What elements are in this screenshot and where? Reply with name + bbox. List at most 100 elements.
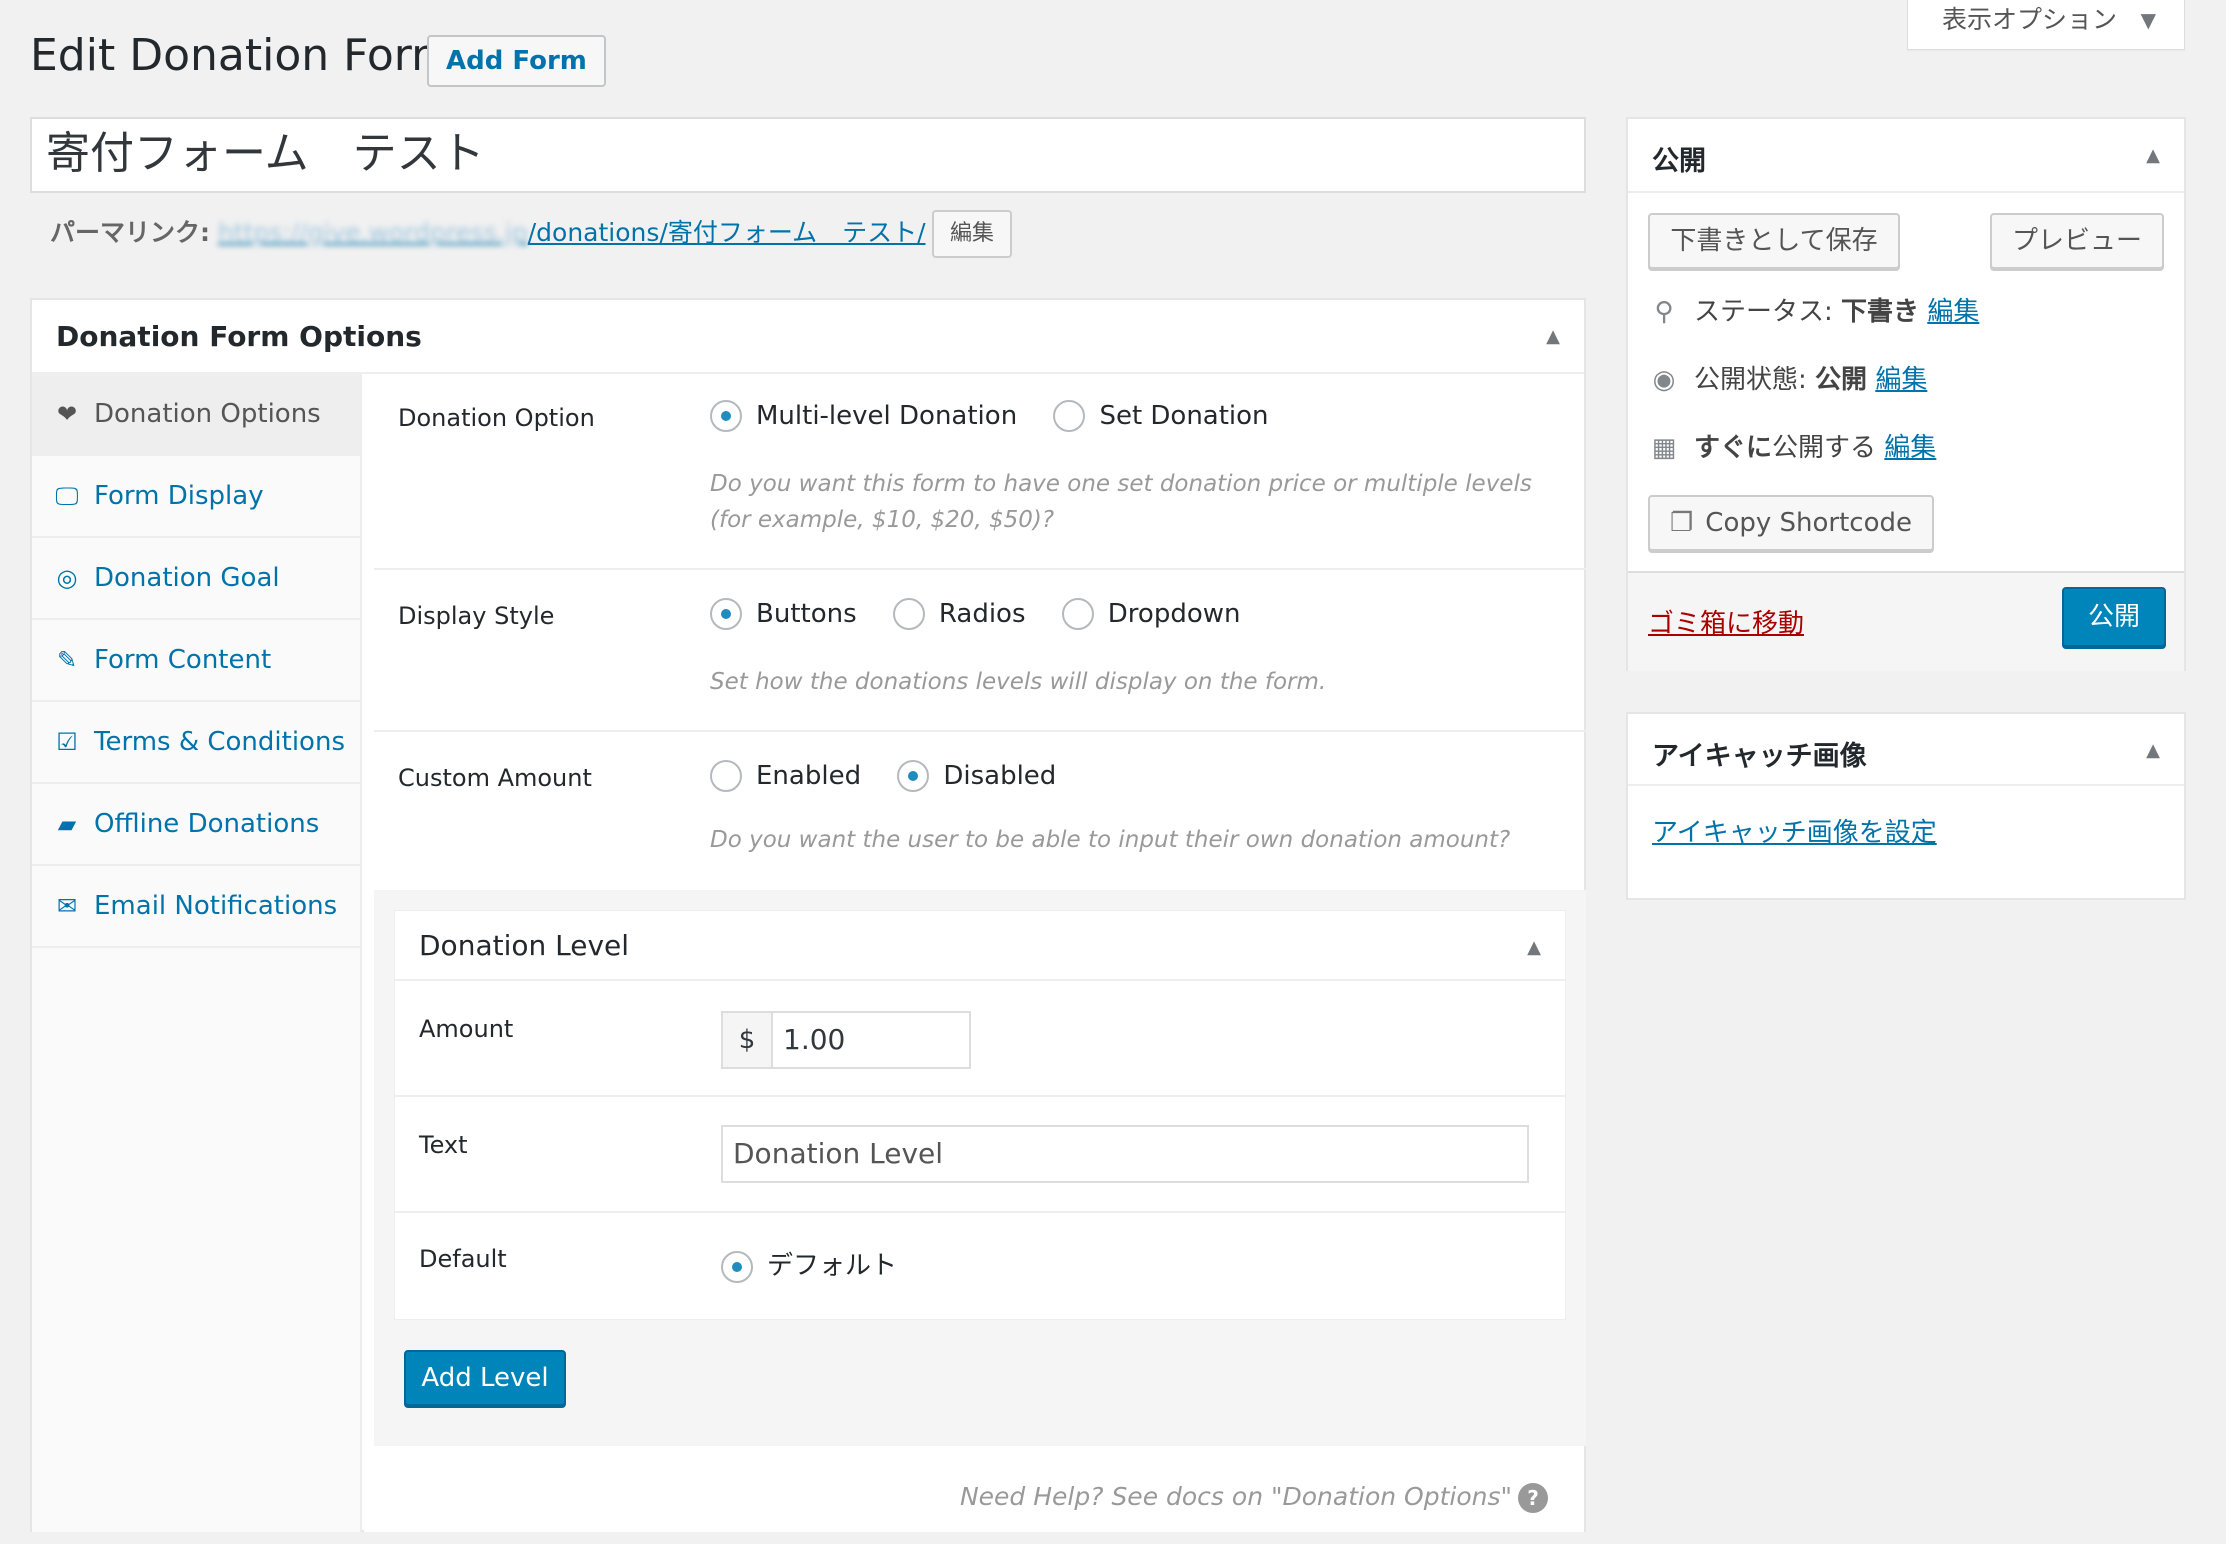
radio-radios[interactable]: Radios [892,598,1026,630]
radio-label: Multi-level Donation [756,401,1018,431]
options-box-header: Donation Form Options ▲ [32,300,1584,374]
radio-button[interactable] [897,760,930,792]
status-value: 下書き [1841,297,1920,327]
featured-image-box: アイキャッチ画像 ▲ アイキャッチ画像を設定 [1626,712,2186,900]
publish-box-title: 公開 [1652,146,1706,177]
screen-options-toggle[interactable]: 表示オプション ▼ [1907,0,2185,50]
text-label: Text [419,1131,468,1159]
permalink: パーマリンク: https://give.wordpress.jp/donati… [50,213,926,249]
donation-option-label: Donation Option [398,404,595,432]
radio-button[interactable] [892,598,925,630]
radio-buttons[interactable]: Buttons [710,598,857,630]
radio-label: Set Donation [1099,401,1269,431]
display-style-label: Display Style [398,602,555,630]
display-style-row: Display Style Buttons Radios Dropdown Se… [374,570,1586,732]
currency-symbol: $ [721,1011,773,1069]
radio-label: Buttons [756,599,857,629]
collapse-toggle-icon[interactable]: ▲ [1546,326,1560,347]
save-draft-button[interactable]: 下書きとして保存 [1648,213,1900,269]
options-box-title: Donation Form Options [56,320,422,353]
radio-button[interactable] [1061,598,1094,630]
radio-multi-level[interactable]: Multi-level Donation [710,400,1017,432]
radio-enabled[interactable]: Enabled [710,760,861,792]
amount-label: Amount [419,1015,514,1043]
collapse-toggle-icon[interactable]: ▲ [2146,145,2160,166]
donation-level-title: Donation Level [419,929,630,962]
add-level-button[interactable]: Add Level [404,1350,566,1406]
donation-form-options-box: Donation Form Options ▲ ❤ Donation Option… [30,298,1586,1532]
collapse-toggle-icon[interactable]: ▲ [2146,740,2160,761]
permalink-label: パーマリンク: [50,218,210,247]
publish-footer: ゴミ箱に移動 公開 [1628,571,2184,671]
permalink-edit-button[interactable]: 編集 [932,210,1012,258]
radio-button[interactable] [710,400,742,432]
radio-set-donation[interactable]: Set Donation [1053,400,1269,432]
screen-options-label: 表示オプション [1942,5,2118,34]
visibility-edit-link[interactable]: 編集 [1875,365,1927,395]
tab-donation-goal[interactable]: ◎ Donation Goal [32,538,362,620]
radio-label: デフォルト [767,1251,898,1281]
publish-box: 公開 ▲ 下書きとして保存 プレビュー ⚲ ステータス: 下書き 編集 ◉ 公開状態… [1626,117,2186,671]
donation-option-radios: Multi-level Donation Set Donation [710,400,1297,432]
wallet-icon: ▰ [57,810,77,838]
radio-dropdown[interactable]: Dropdown [1061,598,1241,630]
tab-label: Email Notifications [94,891,338,921]
copy-shortcode-label: Copy Shortcode [1705,508,1912,538]
post-title-input[interactable]: 寄付フォーム テスト [30,117,1586,193]
checkbox-icon: ☑ [56,728,78,756]
eye-icon: ◉ [1652,365,1676,395]
amount-input[interactable]: 1.00 [771,1011,971,1069]
add-form-button[interactable]: Add Form [427,35,606,87]
heart-icon: ❤ [56,400,78,428]
tab-label: Form Content [94,645,272,675]
tab-email-notifications[interactable]: ✉ Email Notifications [32,866,362,948]
help-text[interactable]: Need Help? See docs on "Donation Options… [960,1482,1548,1513]
radio-button[interactable] [710,760,742,792]
edit-icon: ✎ [56,646,78,674]
collapse-toggle-icon[interactable]: ▲ [1527,937,1541,958]
schedule-edit-link[interactable]: 編集 [1884,433,1936,463]
status-edit-link[interactable]: 編集 [1927,297,1979,327]
permalink-base: https://give.wordpress.jp [217,218,528,247]
publish-button[interactable]: 公開 [2062,587,2166,647]
pin-icon: ⚲ [1654,297,1674,327]
tab-terms-conditions[interactable]: ☑ Terms & Conditions [32,702,362,784]
status-line: ⚲ ステータス: 下書き 編集 [1646,291,1979,328]
copy-shortcode-button[interactable]: ❐ Copy Shortcode [1648,495,1934,551]
display-style-radios: Buttons Radios Dropdown [710,598,1269,630]
tab-label: Donation Options [94,399,321,429]
radio-disabled[interactable]: Disabled [897,760,1056,792]
radio-label: Enabled [756,761,862,791]
help-icon[interactable]: ? [1518,1483,1548,1513]
radio-button[interactable] [1053,400,1086,432]
custom-amount-radios: Enabled Disabled [710,760,1084,792]
featured-box-header: アイキャッチ画像 ▲ [1628,714,2184,786]
tab-label: Terms & Conditions [94,727,345,757]
copy-icon: ❐ [1669,508,1694,538]
tab-label: Form Display [94,481,264,511]
radio-label: Radios [938,599,1026,629]
custom-amount-row: Custom Amount Enabled Disabled Do you wa… [374,732,1586,892]
move-to-trash-link[interactable]: ゴミ箱に移動 [1648,603,1804,640]
tab-offline-donations[interactable]: ▰ Offline Donations [32,784,362,866]
tab-form-display[interactable]: 🖵 Form Display [32,456,362,538]
preview-button[interactable]: プレビュー [1990,213,2164,269]
featured-box-title: アイキャッチ画像 [1652,741,1867,772]
default-radio[interactable]: デフォルト [721,1245,897,1283]
level-text-input[interactable]: Donation Level [721,1125,1529,1183]
radio-button[interactable] [710,598,742,630]
donation-option-row: Donation Option Multi-level Donation Set… [374,374,1586,570]
radio-button[interactable] [721,1250,753,1283]
tab-donation-options[interactable]: ❤ Donation Options [32,374,362,456]
permalink-url[interactable]: https://give.wordpress.jp/donations/寄付フォ… [218,218,926,247]
tab-label: Donation Goal [94,563,280,593]
custom-amount-description: Do you want the user to be able to input… [710,827,1511,853]
schedule-rest: 公開する [1772,433,1877,463]
amount-row: Amount $ 1.00 [395,981,1565,1097]
help-text-label: Need Help? See docs on "Donation Options… [959,1482,1512,1511]
text-row: Text Donation Level [395,1097,1565,1213]
set-featured-image-link[interactable]: アイキャッチ画像を設定 [1652,812,1937,849]
donation-options-panel: Donation Option Multi-level Donation Set… [364,374,1586,1532]
tab-form-content[interactable]: ✎ Form Content [32,620,362,702]
donation-levels-area: Donation Level ▲ Amount $ 1.00 Text Dona… [374,890,1586,1446]
